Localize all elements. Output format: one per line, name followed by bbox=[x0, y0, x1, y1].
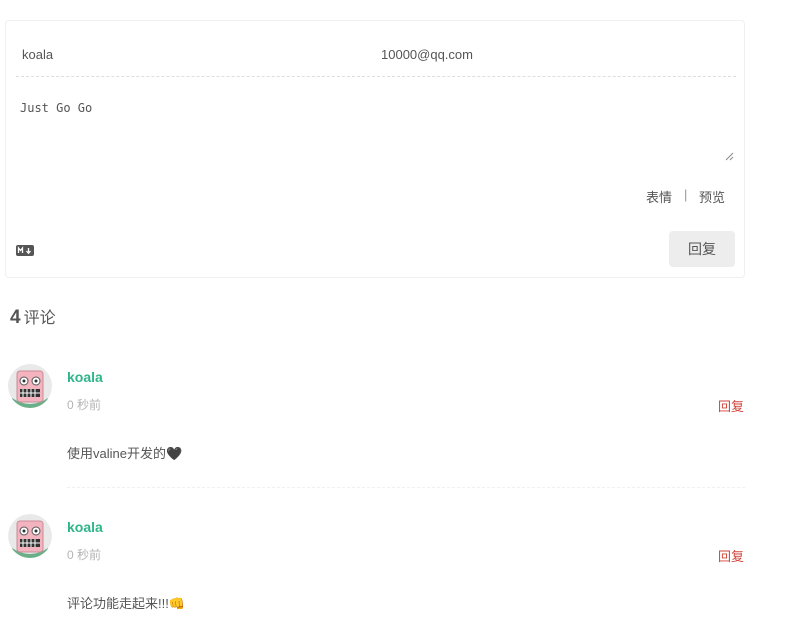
nick-input[interactable]: koala bbox=[22, 47, 53, 62]
reply-button[interactable]: 回复 bbox=[718, 396, 744, 415]
submit-button[interactable]: 回复 bbox=[669, 231, 735, 267]
separator: | bbox=[684, 187, 688, 202]
form-fields: koala 10000@qq.com bbox=[16, 37, 736, 77]
comment-count: 4 评论 bbox=[10, 304, 56, 329]
reply-button[interactable]: 回复 bbox=[718, 546, 744, 565]
comment-item: koala 0 秒前 回复 使用valine开发的🖤 bbox=[0, 364, 760, 494]
comment-form: koala 10000@qq.com Just Go Go 表情 | 预览 回复 bbox=[5, 20, 745, 278]
comment-time: 0 秒前 bbox=[67, 398, 102, 412]
robot-avatar-icon bbox=[8, 514, 52, 558]
comment-item: koala 0 秒前 回复 评论功能走起来!!!👊 bbox=[0, 514, 760, 624]
avatar[interactable] bbox=[8, 364, 52, 408]
comment-count-label: 评论 bbox=[23, 310, 56, 327]
comment-count-number: 4 bbox=[10, 307, 21, 328]
comment-divider bbox=[67, 487, 745, 488]
comment-nick[interactable]: koala bbox=[67, 369, 103, 385]
comment-nick[interactable]: koala bbox=[67, 519, 103, 535]
avatar[interactable] bbox=[8, 514, 52, 558]
comment-content: 评论功能走起来!!!👊 bbox=[67, 596, 186, 611]
comment-textarea[interactable]: Just Go Go bbox=[20, 101, 736, 161]
preview-button[interactable]: 预览 bbox=[699, 187, 725, 206]
resize-handle-icon[interactable] bbox=[722, 149, 734, 161]
comment-content: 使用valine开发的🖤 bbox=[67, 446, 183, 461]
markdown-icon[interactable] bbox=[16, 245, 34, 256]
comment-time: 0 秒前 bbox=[67, 548, 102, 562]
mail-input[interactable]: 10000@qq.com bbox=[381, 47, 473, 62]
robot-avatar-icon bbox=[8, 364, 52, 408]
emoji-button[interactable]: 表情 bbox=[646, 187, 672, 206]
